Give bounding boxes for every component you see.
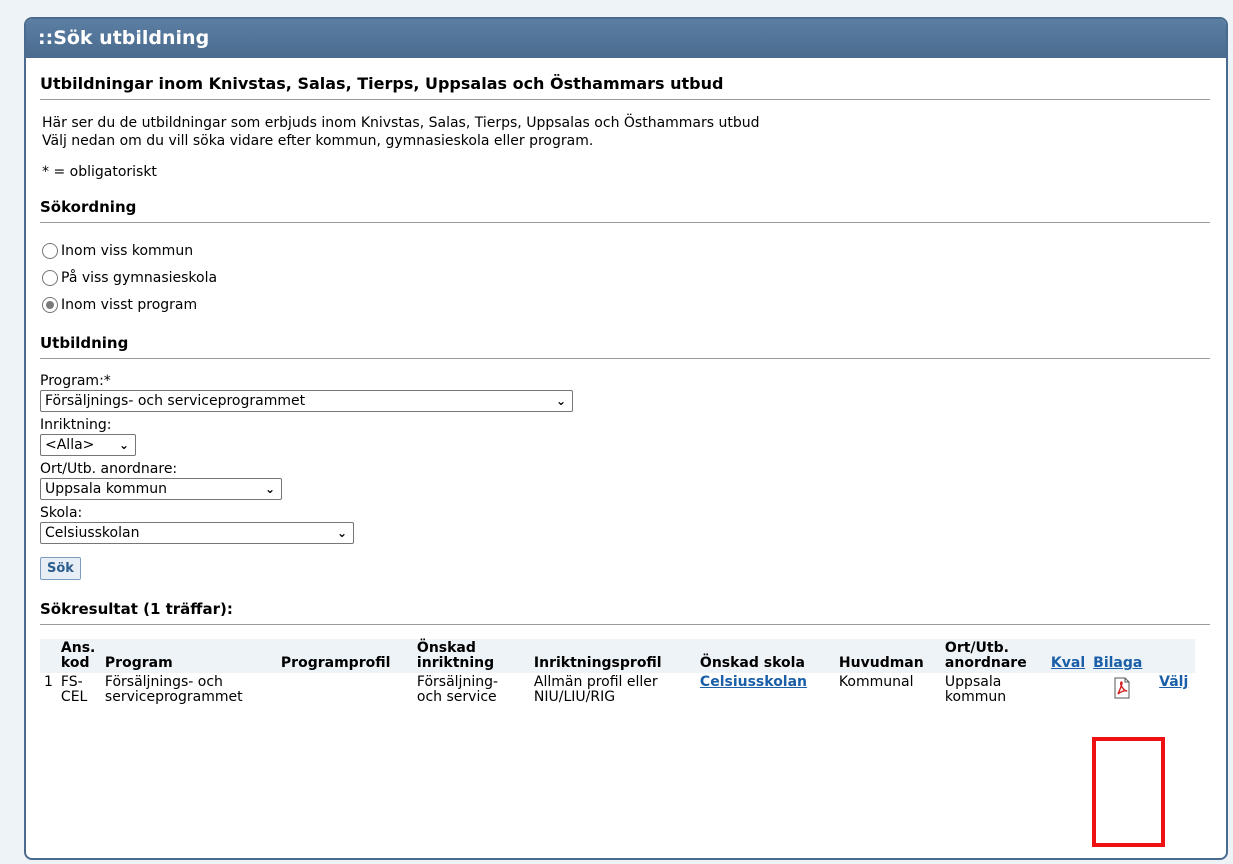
skola-select[interactable]: Celsiusskolan ⌄ — [40, 522, 354, 544]
panel-title: ::Sök utbildning — [26, 19, 1226, 58]
program-select[interactable]: Försäljnings- och serviceprogrammet ⌄ — [40, 390, 573, 412]
sort-radio-group: Inom viss kommun På viss gymnasieskola I… — [40, 237, 1210, 318]
chevron-down-icon: ⌄ — [555, 394, 566, 408]
cell-onskad-inriktning: Försäljning- och service — [416, 674, 499, 705]
program-select-value: Försäljnings- och serviceprogrammet — [45, 393, 306, 409]
divider — [40, 358, 1210, 359]
ort-label: Ort/Utb. anordnare: — [40, 461, 178, 477]
select-link[interactable]: Välj — [1159, 674, 1188, 690]
cell-huvudman: Kommunal — [838, 674, 914, 690]
cell-kval — [1047, 673, 1089, 707]
intro-line-2: Välj nedan om du vill söka vidare efter … — [42, 133, 594, 149]
radio-button-checked[interactable] — [42, 296, 58, 313]
ort-field: Ort/Utb. anordnare: Uppsala kommun ⌄ — [40, 461, 1210, 500]
divider — [40, 222, 1210, 223]
skola-field: Skola: Celsiusskolan ⌄ — [40, 505, 1210, 544]
radio-label: På viss gymnasieskola — [61, 269, 218, 286]
radio-label: Inom visst program — [61, 296, 198, 313]
header-program: Program — [104, 655, 173, 671]
school-link[interactable]: Celsiusskolan — [700, 674, 807, 690]
chevron-down-icon: ⌄ — [118, 438, 129, 452]
ort-select-value: Uppsala kommun — [45, 481, 168, 497]
header-onskad-inriktning: Önskad inriktning — [416, 640, 495, 671]
cell-index: 1 — [44, 674, 53, 690]
pdf-icon[interactable] — [1112, 677, 1132, 699]
results-title: Sökresultat (1 träffar): — [40, 600, 233, 618]
cell-bilaga[interactable] — [1089, 673, 1155, 707]
program-label: Program:* — [40, 373, 111, 389]
education-form: Program:* Försäljnings- och serviceprogr… — [40, 373, 1210, 580]
radio-button[interactable] — [42, 269, 58, 286]
header-bilaga[interactable]: Bilaga — [1089, 639, 1155, 673]
cell-action[interactable]: Välj — [1155, 673, 1195, 707]
cell-ort: Uppsala kommun — [944, 674, 1007, 705]
header-onskad-skola: Önskad skola — [699, 655, 805, 671]
search-panel: ::Sök utbildning Utbildningar inom Knivs… — [24, 17, 1228, 860]
highlight-box — [1092, 737, 1165, 847]
inriktning-label: Inriktning: — [40, 417, 112, 433]
divider — [40, 624, 1210, 625]
header-huvudman: Huvudman — [838, 655, 924, 671]
required-note: * = obligatoriskt — [42, 164, 157, 180]
radio-option-kommun[interactable]: Inom viss kommun — [40, 237, 1210, 264]
cell-programprofil — [277, 673, 413, 707]
radio-button[interactable] — [42, 242, 58, 259]
divider — [40, 99, 1210, 100]
radio-option-gymnasieskola[interactable]: På viss gymnasieskola — [40, 264, 1210, 291]
bilaga-link[interactable]: Bilaga — [1093, 655, 1142, 671]
inriktning-select[interactable]: <Alla> ⌄ — [40, 434, 136, 456]
cell-ans-kod: FS-CEL — [60, 674, 88, 705]
table-row: 1 FS-CEL Försäljnings- och serviceprogra… — [40, 673, 1195, 707]
intro-line-1: Här ser du de utbildningar som erbjuds i… — [42, 115, 760, 131]
radio-option-program[interactable]: Inom visst program — [40, 291, 1210, 318]
header-kval[interactable]: Kval — [1047, 639, 1089, 673]
header-index — [40, 639, 57, 673]
education-section-title: Utbildning — [40, 334, 129, 352]
program-field: Program:* Försäljnings- och serviceprogr… — [40, 373, 1210, 412]
chevron-down-icon: ⌄ — [264, 482, 275, 496]
inriktning-field: Inriktning: <Alla> ⌄ — [40, 417, 1210, 456]
cell-onskad-skola[interactable]: Celsiusskolan — [696, 673, 835, 707]
header-ort: Ort/Utb. anordnare — [944, 640, 1027, 671]
skola-label: Skola: — [40, 505, 83, 521]
header-ans-kod: Ans. kod — [60, 640, 96, 671]
kval-link[interactable]: Kval — [1051, 655, 1085, 671]
chevron-down-icon: ⌄ — [336, 526, 347, 540]
radio-label: Inom viss kommun — [61, 242, 194, 259]
results-header-row: Ans. kod Program Programprofil Önskad in… — [40, 639, 1196, 673]
cell-program: Försäljnings- och serviceprogrammet — [104, 674, 243, 705]
cell-inriktningsprofil: Allmän profil eller NIU/LIU/RIG — [533, 674, 658, 705]
inriktning-select-value: <Alla> — [45, 437, 95, 453]
skola-select-value: Celsiusskolan — [45, 525, 140, 541]
header-action — [1155, 639, 1195, 673]
intro-text: Här ser du de utbildningar som erbjuds i… — [40, 114, 1210, 150]
sort-section-title: Sökordning — [40, 198, 137, 216]
ort-select[interactable]: Uppsala kommun ⌄ — [40, 478, 282, 500]
header-inriktningsprofil: Inriktningsprofil — [533, 655, 662, 671]
results-table: Ans. kod Program Programprofil Önskad in… — [40, 639, 1196, 707]
header-programprofil: Programprofil — [280, 655, 391, 671]
panel-content: Utbildningar inom Knivstas, Salas, Tierp… — [26, 74, 1226, 707]
page-subtitle: Utbildningar inom Knivstas, Salas, Tierp… — [40, 74, 724, 93]
search-button[interactable]: Sök — [40, 557, 81, 580]
